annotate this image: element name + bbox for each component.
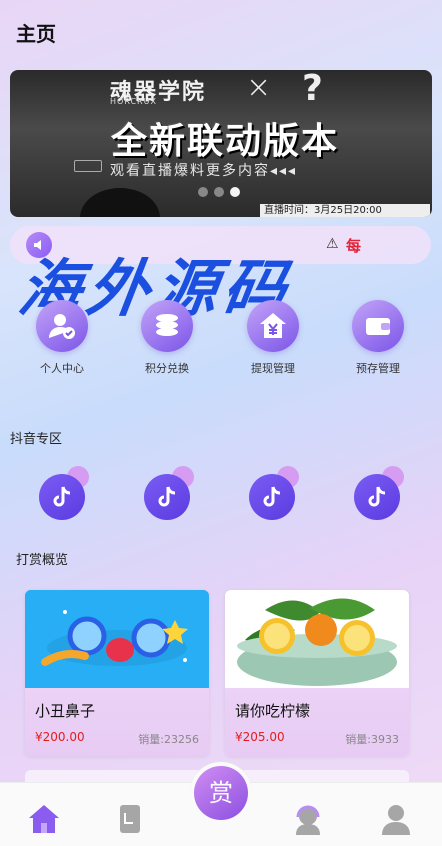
banner-subtitle: 观看直播爆料更多内容◂◂◂ <box>110 163 298 179</box>
warning-icon: ⚠ <box>326 236 339 252</box>
lemon-bowl-image <box>225 590 409 688</box>
douyin-item[interactable] <box>247 466 299 520</box>
reward-name: 小丑鼻子 <box>35 702 96 720</box>
user-check-icon <box>36 300 88 352</box>
banner-headline: 全新联动版本 <box>110 121 339 162</box>
promo-banner[interactable]: 魂器学院 HORCRUX × ? 全新联动版本 观看直播爆料更多内容◂◂◂ 直播… <box>10 70 432 217</box>
rewards-section-title: 打赏概览 <box>16 553 69 568</box>
reward-sales: 销量:23256 <box>138 733 199 746</box>
reward-price: ¥205.00 <box>235 730 285 744</box>
reward-icon: 赏 <box>194 766 248 820</box>
quick-action-label: 预存管理 <box>356 362 400 375</box>
notice-text: 每 <box>346 237 362 255</box>
tiktok-icon <box>39 474 85 520</box>
page-title: 主页 <box>16 22 56 46</box>
document-icon[interactable] <box>112 801 152 841</box>
quick-action-label: 提现管理 <box>251 362 295 375</box>
banner-brand-en: HORCRUX <box>110 97 157 106</box>
quick-action-withdraw[interactable]: 提现管理 <box>228 300 318 376</box>
profile-icon[interactable] <box>378 801 418 841</box>
reward-price: ¥200.00 <box>35 730 85 744</box>
banner-pagination <box>198 187 240 197</box>
clown-nose-image <box>25 590 209 688</box>
banner-cross: × <box>246 70 272 105</box>
banner-dot[interactable] <box>198 187 208 197</box>
yen-house-icon <box>247 300 299 352</box>
banner-dot-active[interactable] <box>230 187 240 197</box>
bottom-tabbar: 赏 <box>0 761 442 846</box>
douyin-item[interactable] <box>352 466 404 520</box>
douyin-item[interactable] <box>37 466 89 520</box>
quick-action-profile[interactable]: 个人中心 <box>17 300 107 376</box>
douyin-list <box>0 466 442 521</box>
quick-action-deposit[interactable]: 预存管理 <box>333 300 423 376</box>
coins-icon <box>141 300 193 352</box>
douyin-section-title: 抖音专区 <box>10 432 63 447</box>
home-icon[interactable] <box>26 801 66 841</box>
banner-air-time: 直播时间：3月25日20:00 <box>260 204 430 217</box>
wallet-icon <box>352 300 404 352</box>
tiktok-icon <box>354 474 400 520</box>
quick-actions: 个人中心 积分兑换 提现管理 预存管理 <box>0 300 442 385</box>
header: 主页 <box>0 0 442 62</box>
quick-action-label: 个人中心 <box>40 362 84 375</box>
tiktok-icon <box>144 474 190 520</box>
reward-card[interactable]: 请你吃柠檬 ¥205.00 销量:3933 <box>225 590 409 756</box>
support-icon[interactable] <box>290 801 330 841</box>
reward-name: 请你吃柠檬 <box>235 702 311 720</box>
banner-mascot <box>80 188 160 217</box>
tiktok-icon <box>249 474 295 520</box>
reward-sales: 销量:3933 <box>345 733 399 746</box>
banner-mark: ? <box>302 70 323 109</box>
banner-badge <box>74 160 102 172</box>
reward-card[interactable]: 小丑鼻子 ¥200.00 销量:23256 <box>25 590 209 756</box>
reward-button[interactable]: 赏 <box>190 761 252 823</box>
quick-action-label: 积分兑换 <box>145 362 189 375</box>
douyin-item[interactable] <box>142 466 194 520</box>
quick-action-points[interactable]: 积分兑换 <box>122 300 212 376</box>
banner-dot[interactable] <box>214 187 224 197</box>
